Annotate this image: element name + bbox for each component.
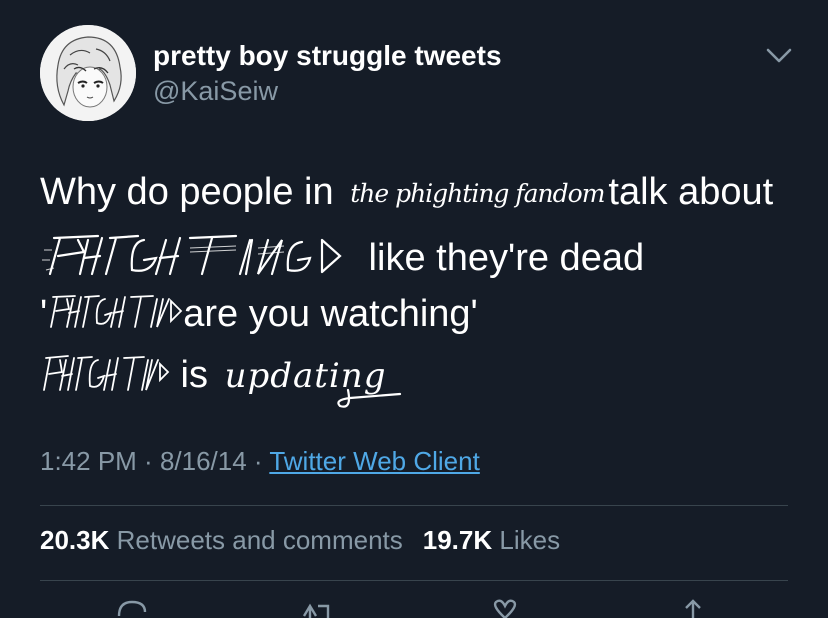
display-name[interactable]: pretty boy struggle tweets (153, 40, 502, 72)
handwritten-updating: updating (225, 354, 401, 408)
tweet-text: is (170, 354, 219, 397)
action-bar (0, 598, 828, 618)
divider (40, 580, 788, 581)
client-link[interactable]: Twitter Web Client (269, 446, 479, 476)
tweet-text-line-4: is updating (40, 350, 401, 408)
tweet-text: are you watching' (183, 293, 478, 336)
tweet-text-line-3: ' are you watching' (40, 291, 478, 341)
phighting-logo-image-small (47, 291, 183, 341)
tweet-card: pretty boy struggle tweets @KaiSeiw Why … (0, 0, 828, 618)
phighting-logo-image-small (40, 350, 170, 404)
chevron-down-icon[interactable] (765, 45, 793, 67)
tweet-text-line-2: like they're dead (40, 230, 644, 290)
retweets-count[interactable]: 20.3K (40, 525, 109, 555)
share-icon[interactable] (676, 598, 710, 618)
meta-separator: · (136, 446, 160, 476)
tweet-text: talk about (608, 171, 774, 213)
retweet-icon[interactable] (300, 598, 334, 618)
tweet-text: ' (40, 293, 48, 336)
tweet-text: like they're dead (358, 237, 645, 280)
phighting-logo-image (40, 230, 358, 290)
tweet-metadata: 1:42 PM · 8/16/14 · Twitter Web Client (40, 446, 480, 477)
engagement-stats: 20.3K Retweets and comments 19.7K Likes (40, 525, 560, 556)
meta-separator: · (246, 446, 270, 476)
heart-icon[interactable] (488, 598, 522, 618)
avatar[interactable] (40, 25, 136, 121)
likes-count[interactable]: 19.7K (423, 525, 492, 555)
divider (40, 505, 788, 506)
tweet-text: Why do people in (40, 171, 345, 213)
tweet-time: 1:42 PM (40, 446, 137, 476)
retweets-label[interactable]: Retweets and comments (117, 525, 403, 555)
likes-label[interactable]: Likes (499, 525, 560, 555)
avatar-drawing (40, 25, 136, 121)
handwriting-flourish (336, 388, 401, 408)
reply-icon[interactable] (115, 598, 149, 618)
handwritten-fandom: the phighting fandom (350, 179, 605, 208)
tweet-date: 8/16/14 (159, 446, 247, 476)
tweet-text-line-1: Why do people in the phighting fandom tal… (40, 170, 773, 218)
user-handle[interactable]: @KaiSeiw (153, 76, 278, 107)
